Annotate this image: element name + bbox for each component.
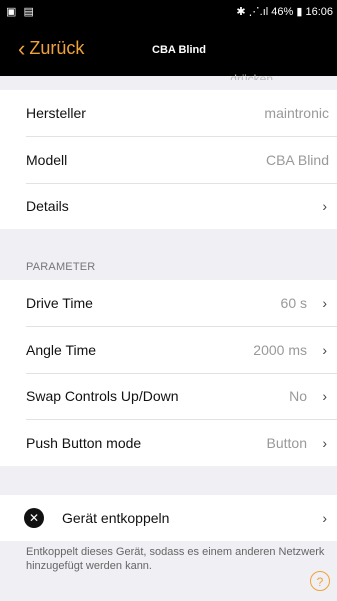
close-circle-icon: ✕ — [24, 508, 44, 528]
chevron-right-icon: › — [322, 435, 327, 451]
row-label: Modell — [26, 152, 68, 168]
row-label: Swap Controls Up/Down — [26, 388, 179, 404]
chevron-left-icon: ‹ — [18, 35, 26, 61]
row-value: maintronic — [264, 105, 329, 121]
row-value: No — [289, 388, 307, 404]
chevron-right-icon: › — [322, 295, 327, 311]
nav-bar: ‹ Zurück CBA Blind — [0, 24, 337, 76]
status-bar: ▣ ▤ ✱ ⋰.ıl 46% ▮ 16:06 — [0, 0, 337, 24]
unpair-device-button[interactable]: ✕ Gerät entkoppeln › — [0, 495, 337, 541]
param-row-push-button-mode[interactable]: Push Button mode Button › — [0, 420, 337, 466]
row-value: Button — [266, 435, 307, 451]
back-button[interactable]: ‹ Zurück — [18, 35, 85, 61]
chevron-right-icon: › — [322, 198, 327, 214]
info-row-model: Modell CBA Blind — [0, 137, 337, 183]
param-row-drive-time[interactable]: Drive Time 60 s › — [0, 280, 337, 326]
param-row-swap-controls[interactable]: Swap Controls Up/Down No › — [0, 373, 337, 419]
param-row-angle-time[interactable]: Angle Time 2000 ms › — [0, 327, 337, 373]
chevron-right-icon: › — [322, 510, 327, 526]
back-label: Zurück — [29, 38, 85, 58]
chevron-right-icon: › — [322, 342, 327, 358]
row-label: Drive Time — [26, 295, 93, 311]
parameter-group: Drive Time 60 s › Angle Time 2000 ms › S… — [0, 280, 337, 466]
unpair-description: Entkoppelt dieses Gerät, sodass es einem… — [26, 546, 325, 572]
unpair-label: Gerät entkoppeln — [62, 510, 170, 526]
device-info-group: Hersteller maintronic Modell CBA Blind D… — [0, 90, 337, 229]
info-row-manufacturer: Hersteller maintronic — [0, 90, 337, 136]
info-row-details[interactable]: Details › — [0, 183, 337, 229]
row-label: Details — [26, 198, 69, 214]
row-label: Hersteller — [26, 105, 86, 121]
help-icon[interactable]: ? — [310, 571, 330, 591]
row-value: 60 s — [280, 295, 307, 311]
status-left-icons: ▣ ▤ — [6, 6, 36, 18]
page-title: CBA Blind — [152, 44, 206, 56]
status-right-info: ✱ ⋰.ıl 46% ▮ 16:06 — [236, 6, 333, 18]
scrolled-text-fragment: drücken — [230, 72, 273, 80]
row-label: Push Button mode — [26, 435, 142, 451]
row-value: CBA Blind — [265, 152, 329, 168]
row-value: 2000 ms — [253, 342, 307, 358]
row-label: Angle Time — [26, 342, 97, 358]
chevron-right-icon: › — [322, 388, 327, 404]
section-header-parameter: PARAMETER — [26, 261, 96, 273]
